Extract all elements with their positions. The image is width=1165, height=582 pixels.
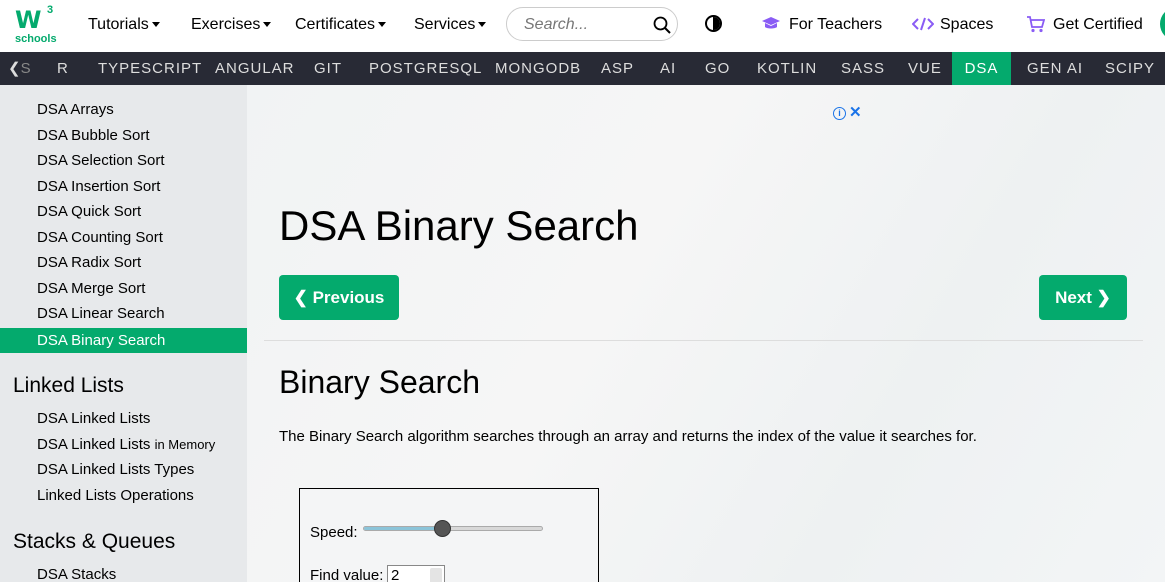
logo-mark: W — [15, 6, 42, 34]
scroll-left-arrow-icon[interactable]: ❮S — [8, 52, 31, 85]
menu-exercises[interactable]: Exercises — [191, 15, 272, 35]
page-title: DSA Binary Search — [279, 202, 639, 249]
sidebar-item-binary-search[interactable]: DSA Binary Search — [0, 328, 247, 353]
graduation-cap-icon — [762, 17, 780, 29]
menu-label: Tutorials — [88, 16, 149, 33]
menu-certificates[interactable]: Certificates — [295, 15, 387, 35]
find-value-text: 2 — [391, 567, 400, 582]
spaces-link[interactable]: Spaces — [912, 15, 994, 35]
previous-button[interactable]: ❮ Previous — [279, 275, 399, 320]
subnav-item-angular[interactable]: ANGULAR — [215, 52, 295, 85]
find-value-label: Find value: — [310, 567, 384, 582]
for-teachers-link[interactable]: For Teachers — [761, 15, 882, 35]
subnav-item-kotlin[interactable]: KOTLIN — [757, 52, 817, 85]
subnav-item-sass[interactable]: SASS — [841, 52, 885, 85]
subnav-item-git[interactable]: GIT — [314, 52, 342, 85]
arrow-glyph: ❮ — [8, 60, 21, 77]
sidebar-heading-stacks-queues: Stacks & Queues — [13, 530, 176, 553]
subnav-item-postgresql[interactable]: POSTGRESQL — [369, 52, 482, 85]
intro-text: The Binary Search algorithm searches thr… — [279, 428, 977, 445]
sidebar-item-quick-sort[interactable]: DSA Quick Sort — [0, 199, 247, 224]
ad-controls: i ✕ — [833, 103, 862, 121]
menu-label: Certificates — [295, 16, 376, 33]
binary-search-demo: Speed: Find value: 2 — [299, 488, 599, 582]
ad-close-icon[interactable]: ✕ — [849, 104, 862, 121]
subnav-item-go[interactable]: GO — [705, 52, 730, 85]
sidebar-item-linked-lists-memory[interactable]: DSA Linked Lists in Memory — [0, 432, 247, 457]
speed-slider-fill — [364, 527, 438, 530]
subnav-item-vue[interactable]: VUE — [908, 52, 942, 85]
caret-down-icon — [151, 22, 160, 27]
ad-info-icon[interactable]: i — [833, 107, 846, 120]
sidebar-item-linked-lists-operations[interactable]: Linked Lists Operations — [0, 483, 247, 508]
subnav-item-r[interactable]: R — [57, 52, 69, 85]
for-teachers-label: For Teachers — [789, 16, 883, 33]
sidebar-item-linked-lists[interactable]: DSA Linked Lists — [0, 406, 247, 431]
speed-slider[interactable] — [363, 520, 543, 537]
caret-down-icon — [263, 22, 272, 27]
subnav-item-scipy[interactable]: SCIPY — [1105, 52, 1155, 85]
speed-label: Speed: — [310, 524, 358, 541]
sidebar: DSA Arrays DSA Bubble Sort DSA Selection… — [0, 85, 247, 582]
w3schools-logo[interactable]: W 3 schools — [14, 4, 57, 45]
search-input[interactable] — [522, 15, 641, 35]
menu-tutorials[interactable]: Tutorials — [88, 15, 160, 35]
sidebar-item-merge-sort[interactable]: DSA Merge Sort — [0, 276, 247, 301]
tutorial-subnav: ❮S R TYPESCRIPT ANGULAR GIT POSTGRESQL M… — [0, 52, 1165, 85]
next-button[interactable]: Next ❯ — [1039, 275, 1127, 320]
caret-down-icon — [378, 22, 387, 27]
top-navigation: W 3 schools Tutorials Exercises Certific… — [0, 0, 1165, 52]
sidebar-heading-linked-lists: Linked Lists — [13, 374, 124, 397]
subnav-item-gen-ai[interactable]: GEN AI — [1027, 52, 1083, 85]
sidebar-item-arrays[interactable]: DSA Arrays — [0, 97, 247, 122]
search-icon[interactable] — [653, 16, 671, 34]
menu-label: Exercises — [191, 16, 261, 33]
code-icon — [912, 17, 934, 31]
subnav-item-dsa[interactable]: DSA — [952, 52, 1011, 85]
find-value-input[interactable]: 2 — [387, 565, 445, 582]
spaces-label: Spaces — [940, 16, 994, 33]
sidebar-item-selection-sort[interactable]: DSA Selection Sort — [0, 148, 247, 173]
sidebar-item-insertion-sort[interactable]: DSA Insertion Sort — [0, 174, 247, 199]
subnav-item-mongodb[interactable]: MONGODB — [495, 52, 581, 85]
sidebar-item-counting-sort[interactable]: DSA Counting Sort — [0, 225, 247, 250]
sidebar-item-suffix: in Memory — [154, 437, 216, 452]
get-certified-link[interactable]: Get Certified — [1026, 15, 1143, 35]
sidebar-item-stacks[interactable]: DSA Stacks — [0, 562, 247, 582]
divider — [264, 340, 1143, 341]
caret-down-icon — [478, 22, 487, 27]
speed-slider-thumb[interactable] — [434, 520, 451, 537]
get-certified-label: Get Certified — [1053, 16, 1143, 33]
number-spinner-icon[interactable] — [430, 568, 442, 582]
menu-services[interactable]: Services — [414, 15, 487, 35]
cart-icon — [1027, 16, 1045, 33]
main-content: i ✕ DSA Binary Search ❮ Previous Next ❯ B… — [247, 85, 1165, 582]
logo-text: schools — [15, 33, 57, 45]
sidebar-item-linear-search[interactable]: DSA Linear Search — [0, 301, 247, 326]
user-avatar[interactable] — [1160, 8, 1165, 40]
sidebar-item-label: DSA Linked Lists — [37, 436, 151, 453]
sidebar-item-linked-lists-types[interactable]: DSA Linked Lists Types — [0, 457, 247, 482]
section-title: Binary Search — [279, 364, 480, 400]
logo-superscript: 3 — [47, 4, 54, 16]
subnav-item-ai[interactable]: AI — [660, 52, 676, 85]
sidebar-item-radix-sort[interactable]: DSA Radix Sort — [0, 250, 247, 275]
subnav-partial-item: S — [20, 60, 31, 77]
subnav-item-typescript[interactable]: TYPESCRIPT — [98, 52, 202, 85]
dark-mode-toggle-icon[interactable] — [705, 15, 722, 32]
menu-label: Services — [414, 16, 476, 33]
sidebar-item-bubble-sort[interactable]: DSA Bubble Sort — [0, 123, 247, 148]
subnav-item-asp[interactable]: ASP — [601, 52, 634, 85]
search-box — [506, 7, 678, 41]
